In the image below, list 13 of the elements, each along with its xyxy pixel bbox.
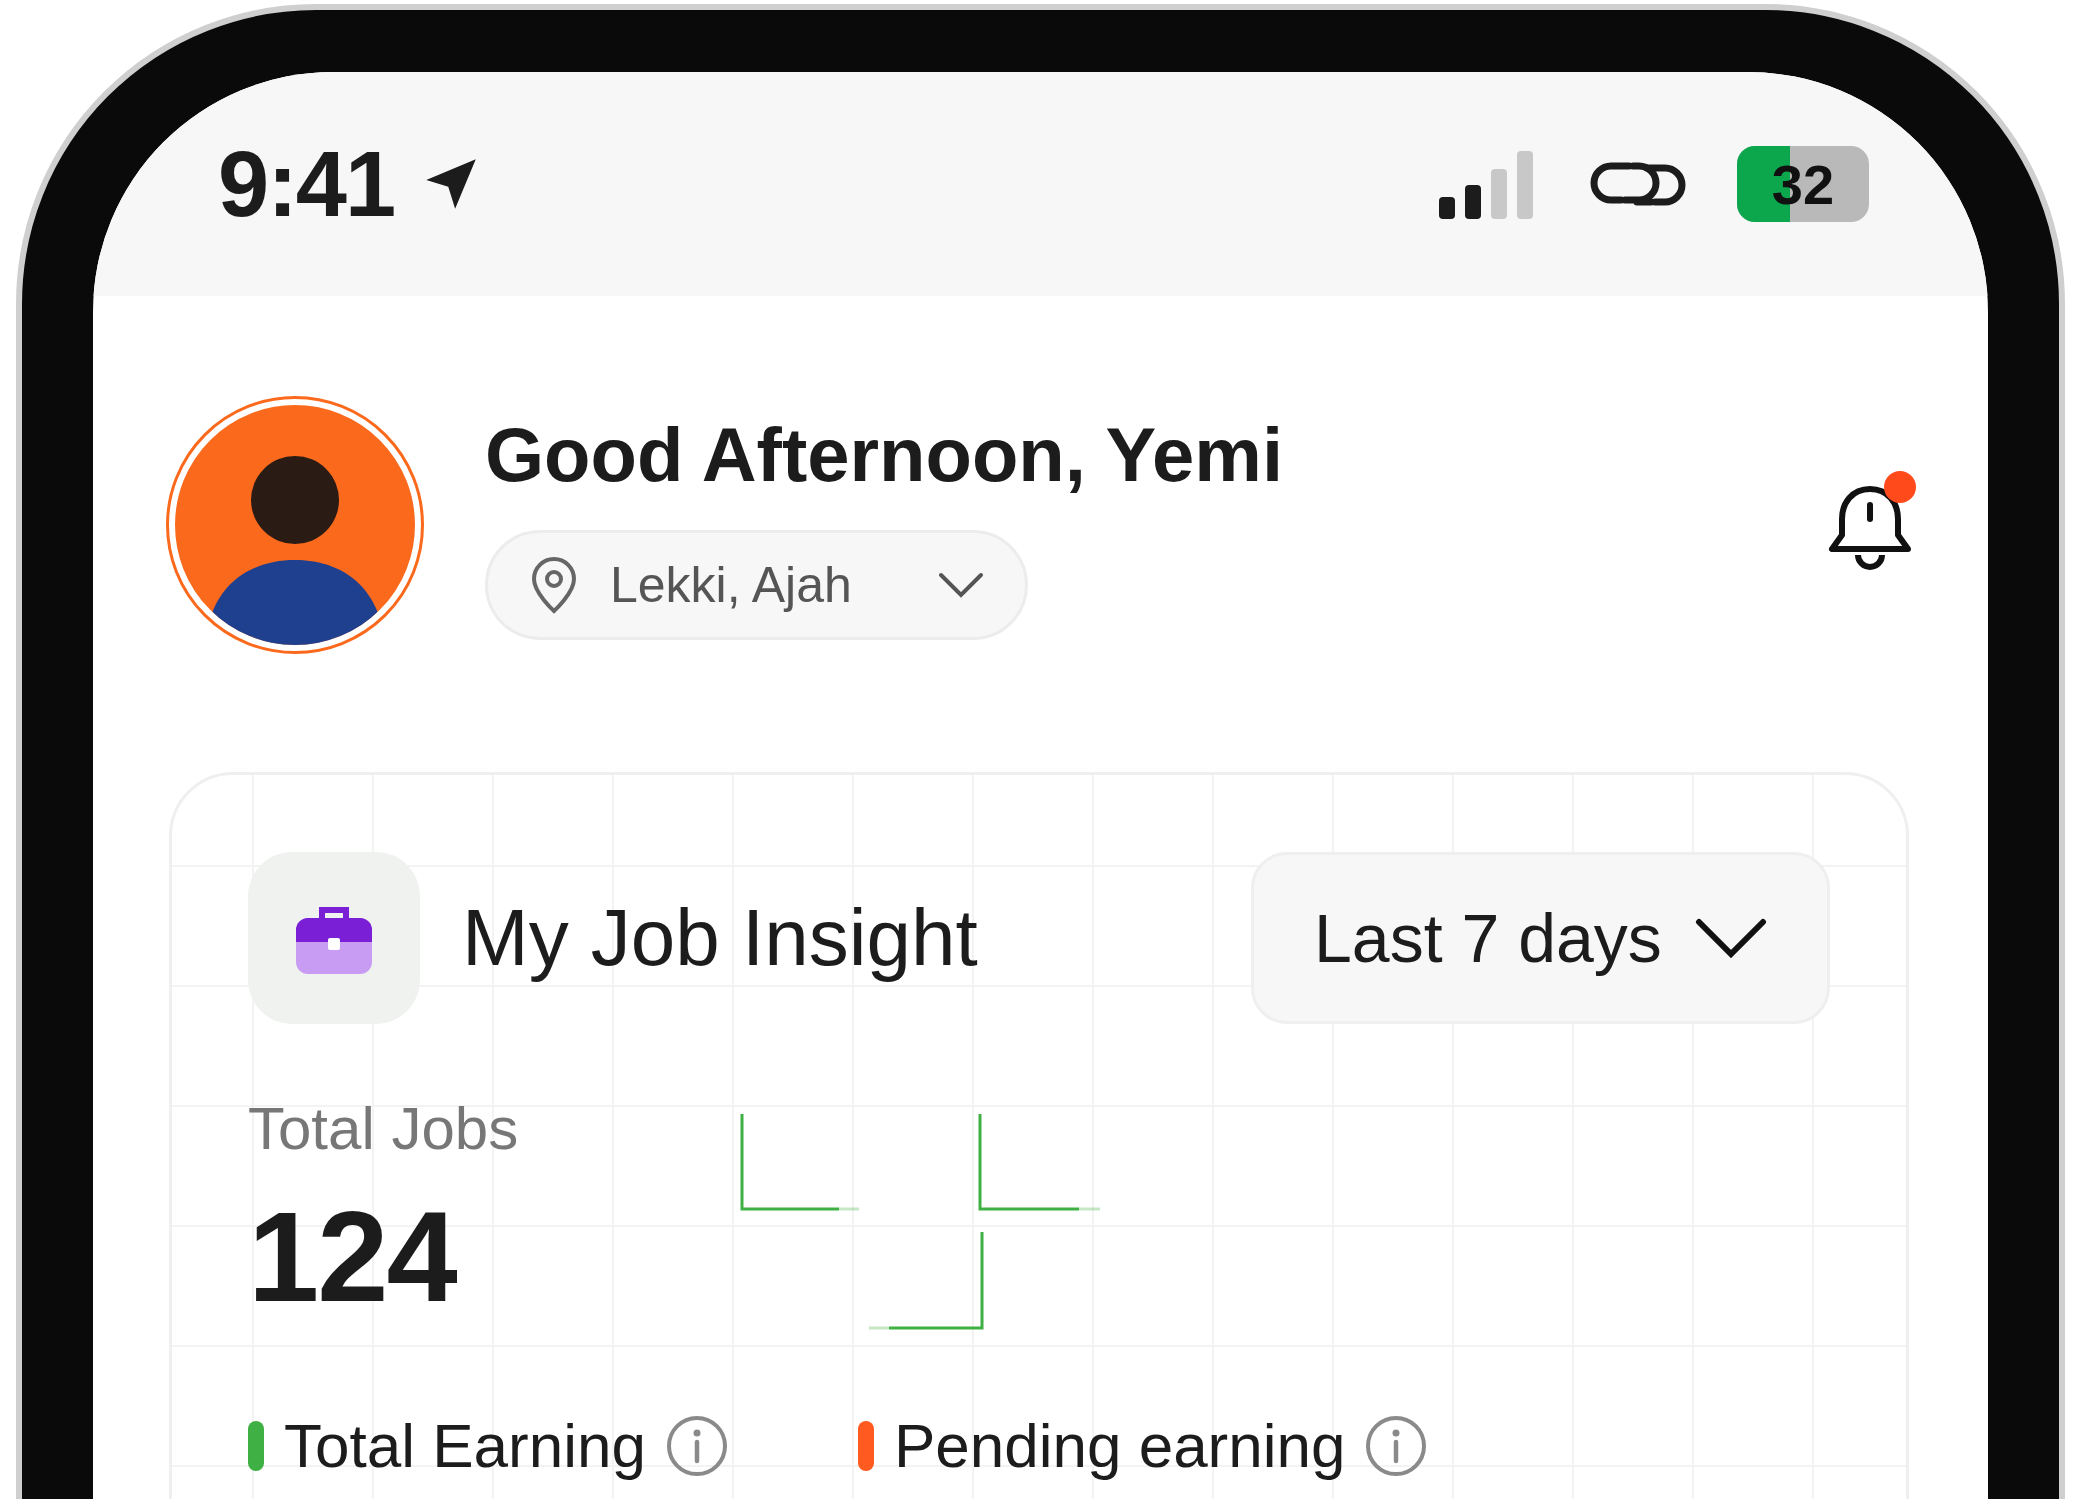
chevron-down-icon — [1695, 918, 1767, 958]
period-dropdown[interactable]: Last 7 days — [1251, 852, 1830, 1024]
greeting-title: Good Afternoon, Yemi — [485, 410, 1284, 498]
legend-label: Total Earning — [284, 1410, 646, 1481]
info-icon — [665, 1414, 728, 1477]
status-time: 9:41 — [218, 131, 395, 237]
chevron-down-icon — [937, 570, 985, 599]
total-jobs-label: Total Jobs — [248, 1094, 520, 1163]
legend-label: Pending earning — [893, 1410, 1346, 1481]
total-jobs-value: 124 — [248, 1184, 456, 1330]
info-icon — [1365, 1414, 1428, 1477]
location-dropdown[interactable]: Lekki, Ajah — [485, 529, 1028, 640]
card-title: My Job Insight — [462, 892, 979, 984]
